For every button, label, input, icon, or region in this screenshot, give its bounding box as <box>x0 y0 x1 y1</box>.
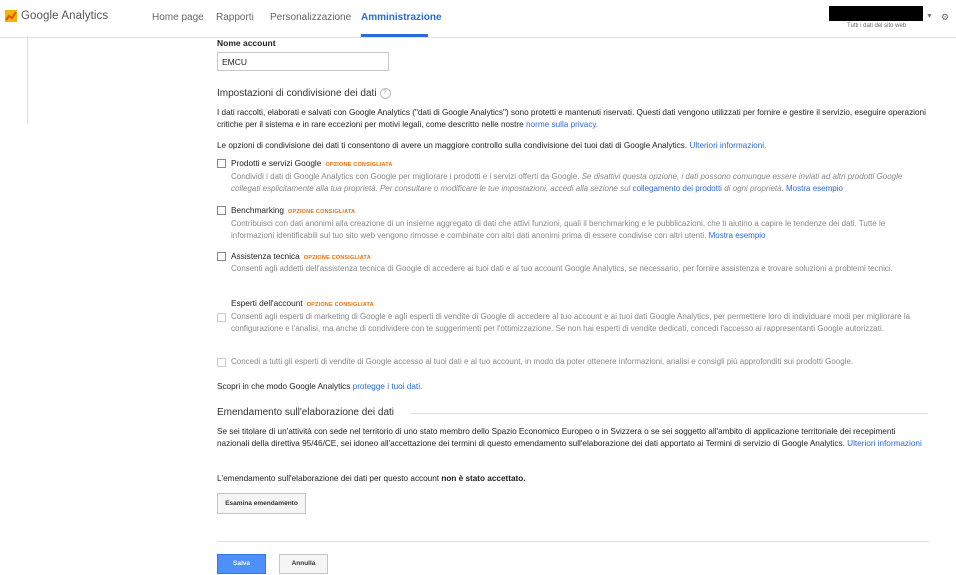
review-amendment-button[interactable]: Esamina emendamento <box>217 493 306 514</box>
account-name-label: Nome account <box>217 38 276 48</box>
show-example-link[interactable]: Mostra esempio <box>709 231 766 240</box>
nav-active-indicator <box>361 34 428 37</box>
option-technical-support-title: Assistenza tecnica OPZIONE CONSIGLIATA <box>231 251 371 261</box>
checkbox-technical-support[interactable] <box>217 252 226 261</box>
option-benchmarking-title: Benchmarking OPZIONE CONSIGLIATA <box>231 205 356 215</box>
nav-admin[interactable]: Amministrazione <box>361 12 442 23</box>
data-protection-note: Scopri in che modo Google Analytics prot… <box>217 382 423 391</box>
option-google-products-desc: Condividi i dati di Google Analytics con… <box>231 172 903 194</box>
analytics-logo-icon <box>5 10 17 22</box>
option-technical-support-desc: Consenti agli addetti dell'assistenza te… <box>231 264 893 273</box>
cancel-button[interactable]: Annulla <box>279 554 328 574</box>
save-button[interactable]: Salva <box>217 554 266 574</box>
amendment-title: Emendamento sull'elaborazione dei dati <box>217 407 395 418</box>
nav-home[interactable]: Home page <box>152 12 204 23</box>
show-example-link[interactable]: Mostra esempio <box>786 184 843 193</box>
product-linking-link[interactable]: collegamento dei prodotti <box>633 184 722 193</box>
protect-data-link[interactable]: protegge i tuoi dati. <box>353 382 423 391</box>
help-icon[interactable]: ? <box>379 88 391 99</box>
checkbox-google-products[interactable] <box>217 159 226 168</box>
chevron-down-icon[interactable]: ▼ <box>926 13 933 20</box>
gear-icon[interactable]: ⚙ <box>941 12 949 23</box>
section-divider <box>410 413 928 414</box>
recommended-badge: OPZIONE CONSIGLIATA <box>303 255 371 261</box>
sharing-settings-title: Impostazioni di condivisione dei dati? <box>217 88 391 99</box>
recommended-badge: OPZIONE CONSIGLIATA <box>306 302 374 308</box>
checkbox-all-sales-experts[interactable] <box>217 358 226 367</box>
amendment-status: L'emendamento sull'elaborazione dei dati… <box>217 474 526 483</box>
nav-reports[interactable]: Rapporti <box>216 12 254 23</box>
option-google-products-title: Prodotti e servizi Google OPZIONE CONSIGL… <box>231 158 393 168</box>
google-analytics-logo[interactable]: Google Analytics <box>5 10 108 22</box>
sharing-options-intro: Le opzioni di condivisione dei dati ti c… <box>217 141 767 150</box>
checkbox-account-experts[interactable] <box>217 313 226 322</box>
privacy-policy-link[interactable]: norme sulla privacy. <box>526 120 598 129</box>
amendment-learn-more-link[interactable]: Ulteriori informazioni <box>847 439 922 448</box>
account-view-label: Tutti i dati del sito web <box>847 23 907 29</box>
left-column-divider <box>27 38 28 124</box>
option-account-experts-desc: Consenti agli esperti di marketing di Go… <box>231 312 911 334</box>
learn-more-link[interactable]: Ulteriori informazioni. <box>689 141 766 150</box>
footer-divider <box>217 541 929 542</box>
amendment-text: Se sei titolare di un'attività con sede … <box>217 427 922 449</box>
checkbox-benchmarking[interactable] <box>217 206 226 215</box>
account-selector[interactable] <box>829 6 923 21</box>
option-benchmarking-desc: Contribuisci con dati anonimi alla creaz… <box>231 219 886 241</box>
option-account-experts-title: Esperti dell'account OPZIONE CONSIGLIATA <box>231 298 374 308</box>
recommended-badge: OPZIONE CONSIGLIATA <box>288 209 356 215</box>
recommended-badge: OPZIONE CONSIGLIATA <box>325 162 393 168</box>
sharing-intro: I dati raccolti, elaborati e salvati con… <box>217 108 926 130</box>
option-all-sales-experts-desc: Concedi a tutti gli esperti di vendite d… <box>231 357 854 366</box>
top-bar: Google Analytics Home page Rapporti Pers… <box>0 0 956 38</box>
nav-customization[interactable]: Personalizzazione <box>270 12 351 23</box>
logo-text: Google Analytics <box>21 10 109 22</box>
account-name-input[interactable] <box>217 52 389 71</box>
